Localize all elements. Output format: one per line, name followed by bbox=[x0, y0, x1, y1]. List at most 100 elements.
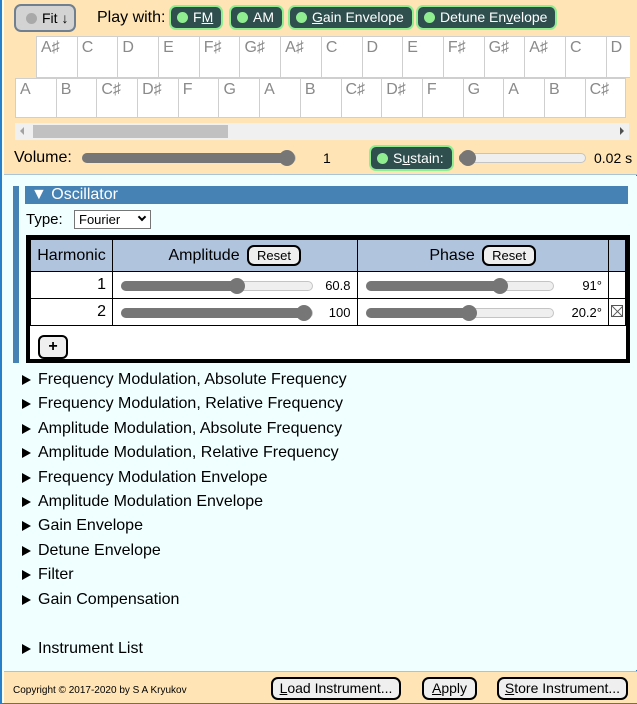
play-gain-envelope-toggle[interactable]: Gain Envelope bbox=[288, 5, 414, 30]
triangle-right-icon bbox=[22, 594, 31, 605]
phase-slider[interactable] bbox=[365, 305, 554, 321]
scroll-left-icon[interactable] bbox=[20, 127, 24, 135]
footer-panel: Copyright © 2017-2020 by S A Kryukov Loa… bbox=[4, 671, 637, 703]
piano-key[interactable]: C bbox=[320, 36, 363, 78]
section-gain-envelope[interactable]: Gain Envelope bbox=[22, 517, 143, 535]
triangle-right-icon bbox=[22, 644, 31, 654]
store-instrument-button[interactable]: Store Instrument... bbox=[497, 677, 628, 700]
piano-key[interactable]: F bbox=[421, 78, 464, 118]
indicator-dot-icon bbox=[237, 12, 248, 23]
keyboard-scrollbar[interactable] bbox=[15, 123, 629, 140]
column-header-amplitude: Amplitude Reset bbox=[111, 239, 358, 272]
harmonic-row: 1 60.8 91° bbox=[30, 271, 627, 299]
slider-knob[interactable] bbox=[460, 150, 476, 166]
slider-knob[interactable] bbox=[295, 305, 312, 321]
column-header-phase: Phase Reset bbox=[356, 239, 609, 272]
select-value: Fourier bbox=[79, 212, 121, 227]
piano-key[interactable]: C♯ bbox=[340, 78, 383, 118]
section-gain-compensation[interactable]: Gain Compensation bbox=[22, 591, 179, 609]
section-instrument-list[interactable]: Instrument List bbox=[22, 640, 143, 658]
piano-key[interactable]: D♯ bbox=[381, 78, 423, 118]
piano-key[interactable]: G♯ bbox=[239, 36, 282, 78]
piano-key[interactable]: C♯ bbox=[584, 78, 627, 118]
piano-key[interactable]: E bbox=[158, 36, 200, 78]
piano-key[interactable]: G♯ bbox=[483, 36, 526, 78]
piano-key[interactable]: G bbox=[462, 78, 505, 118]
fit-button-label: Fit ↓ bbox=[42, 10, 69, 26]
section-detune-envelope[interactable]: Detune Envelope bbox=[22, 542, 161, 560]
triangle-right-icon bbox=[22, 423, 31, 434]
piano-key[interactable]: A bbox=[259, 78, 301, 118]
piano-key[interactable]: G bbox=[218, 78, 261, 118]
piano-key[interactable]: A♯ bbox=[36, 36, 78, 78]
slider-knob[interactable] bbox=[460, 305, 477, 321]
oscillator-type-select[interactable]: Fourier bbox=[74, 210, 151, 229]
section-frequency-modulation-absolute-frequency[interactable]: Frequency Modulation, Absolute Frequency bbox=[22, 371, 347, 389]
slider-knob[interactable] bbox=[279, 150, 295, 166]
play-fm-toggle[interactable]: FM bbox=[169, 5, 224, 30]
piano-key[interactable]: C bbox=[76, 36, 119, 78]
piano-key[interactable]: B bbox=[543, 78, 586, 118]
toggle-label: Detune Envelope bbox=[440, 9, 548, 25]
toggle-label: FM bbox=[193, 9, 214, 25]
triangle-right-icon bbox=[22, 375, 31, 385]
piano-key[interactable]: D bbox=[117, 36, 160, 78]
phase-value: 91° bbox=[582, 278, 602, 293]
oscillator-section-header[interactable]: ▼ Oscillator bbox=[25, 186, 628, 204]
piano-key[interactable]: C bbox=[564, 36, 607, 78]
toggle-label: Sustain: bbox=[393, 149, 444, 166]
sustain-slider[interactable] bbox=[459, 150, 586, 166]
harmonics-table: Harmonic Amplitude Reset Phase Reset 1 60… bbox=[26, 235, 630, 363]
amplitude-cell: 60.8 bbox=[111, 271, 358, 299]
keyboard-lower-row: A B C♯ D♯ F G A B C♯ D♯ F G A B C♯ bbox=[15, 78, 627, 118]
apply-button[interactable]: Apply bbox=[422, 677, 477, 700]
piano-keyboard: A♯ C D E F♯ G♯ A♯ C D E F♯ G♯ A♯ C D A B C♯ D♯ F G A B C♯ D♯ F G A… bbox=[13, 36, 630, 120]
phase-cell: 91° bbox=[356, 271, 609, 299]
scroll-right-icon[interactable] bbox=[620, 127, 624, 135]
piano-key[interactable]: D bbox=[361, 36, 404, 78]
copyright-text: Copyright © 2017-2020 by S A Kryukov bbox=[13, 685, 187, 696]
section-amplitude-modulation-absolute-frequency[interactable]: Amplitude Modulation, Absolute Frequency bbox=[22, 420, 342, 438]
amplitude-reset-button[interactable]: Reset bbox=[247, 245, 302, 266]
piano-key[interactable]: A bbox=[503, 78, 545, 118]
add-harmonic-button[interactable]: + bbox=[38, 335, 68, 359]
indicator-dot-icon bbox=[424, 12, 435, 23]
piano-key[interactable]: D bbox=[605, 36, 630, 78]
piano-key[interactable]: E bbox=[402, 36, 444, 78]
section-amplitude-modulation-envelope[interactable]: Amplitude Modulation Envelope bbox=[22, 493, 263, 511]
piano-key[interactable]: A♯ bbox=[280, 36, 322, 78]
phase-slider[interactable] bbox=[365, 278, 554, 294]
slider-knob[interactable] bbox=[229, 278, 246, 294]
play-with-label: Play with: bbox=[97, 9, 166, 26]
delete-cell bbox=[607, 271, 627, 299]
sustain-toggle[interactable]: Sustain: bbox=[369, 145, 454, 171]
piano-key[interactable]: C♯ bbox=[96, 78, 139, 118]
piano-key[interactable]: D♯ bbox=[137, 78, 179, 118]
section-filter[interactable]: Filter bbox=[22, 566, 74, 584]
delete-harmonic-icon[interactable] bbox=[610, 305, 623, 317]
scrollbar-thumb[interactable] bbox=[33, 125, 228, 138]
slider-knob[interactable] bbox=[492, 278, 509, 294]
piano-key[interactable]: A bbox=[15, 78, 57, 118]
indicator-dot-icon bbox=[377, 152, 388, 164]
piano-key[interactable]: F♯ bbox=[198, 36, 241, 78]
fit-button[interactable]: Fit ↓ bbox=[14, 4, 76, 32]
section-amplitude-modulation-relative-frequency[interactable]: Amplitude Modulation, Relative Frequency bbox=[22, 444, 339, 462]
volume-slider[interactable] bbox=[82, 150, 296, 166]
piano-key[interactable]: B bbox=[299, 78, 342, 118]
section-frequency-modulation-envelope[interactable]: Frequency Modulation Envelope bbox=[22, 469, 267, 487]
amplitude-slider[interactable] bbox=[120, 278, 313, 294]
play-am-toggle[interactable]: AM bbox=[229, 5, 284, 30]
phase-reset-button[interactable]: Reset bbox=[482, 245, 537, 266]
piano-key[interactable]: B bbox=[55, 78, 98, 118]
piano-key[interactable]: F♯ bbox=[442, 36, 485, 78]
triangle-right-icon bbox=[22, 497, 31, 507]
amplitude-slider[interactable] bbox=[120, 305, 313, 321]
piano-key[interactable]: A♯ bbox=[524, 36, 566, 78]
piano-key[interactable]: F bbox=[177, 78, 220, 118]
chevron-down-icon bbox=[137, 212, 147, 222]
load-instrument-button[interactable]: Load Instrument... bbox=[271, 677, 401, 700]
triangle-right-icon bbox=[22, 545, 31, 556]
play-detune-envelope-toggle[interactable]: Detune Envelope bbox=[416, 5, 558, 30]
section-frequency-modulation-relative-frequency[interactable]: Frequency Modulation, Relative Frequency bbox=[22, 395, 343, 413]
